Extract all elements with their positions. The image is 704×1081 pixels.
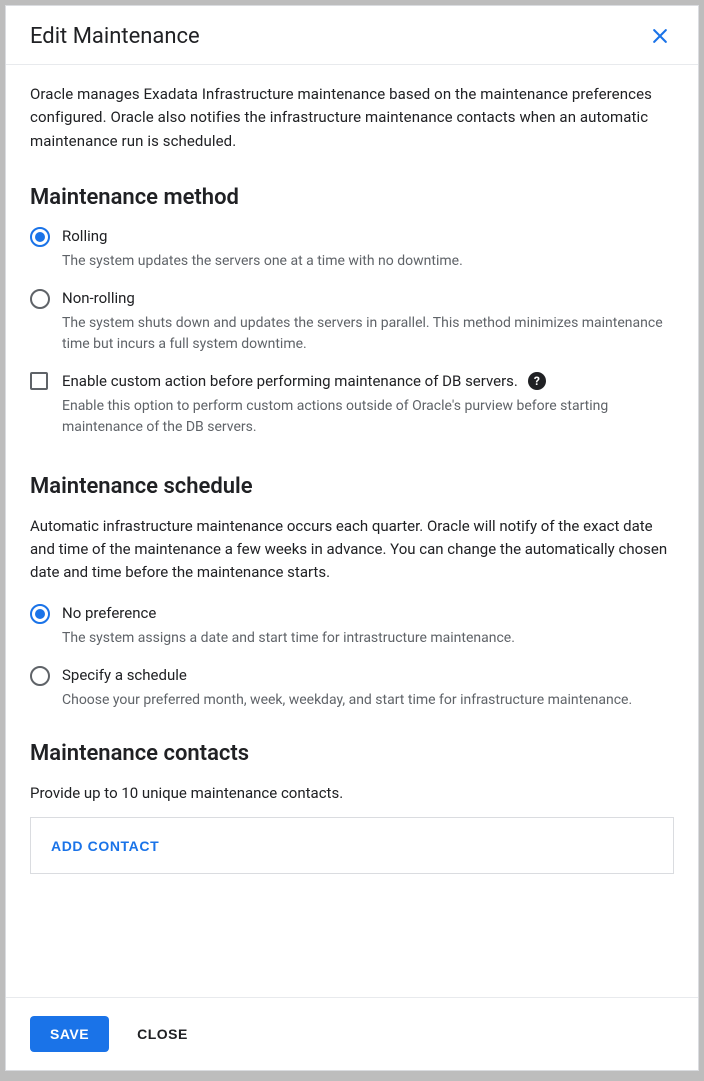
add-contact-button[interactable]: ADD CONTACT <box>51 838 159 854</box>
dialog-title: Edit Maintenance <box>30 24 200 49</box>
dialog-body: Oracle manages Exadata Infrastructure ma… <box>6 65 698 997</box>
nonrolling-label: Non-rolling <box>62 288 674 309</box>
contacts-desc: Provide up to 10 unique maintenance cont… <box>30 782 674 805</box>
rolling-label: Rolling <box>62 226 674 247</box>
schedule-specify-option[interactable]: Specify a schedule Choose your preferred… <box>30 665 674 711</box>
nopref-desc: The system assigns a date and start time… <box>62 628 674 649</box>
method-heading: Maintenance method <box>30 185 674 210</box>
dialog-header: Edit Maintenance <box>6 6 698 65</box>
help-icon[interactable]: ? <box>528 372 546 390</box>
custom-action-option[interactable]: Enable custom action before performing m… <box>30 371 674 438</box>
custom-action-label-text: Enable custom action before performing m… <box>62 371 518 392</box>
method-rolling-option[interactable]: Rolling The system updates the servers o… <box>30 226 674 272</box>
save-button[interactable]: SAVE <box>30 1016 109 1052</box>
close-button[interactable]: CLOSE <box>133 1016 192 1052</box>
checkbox-custom-action[interactable] <box>30 372 50 392</box>
schedule-desc: Automatic infrastructure maintenance occ… <box>30 515 674 585</box>
close-icon <box>650 26 670 46</box>
custom-action-desc: Enable this option to perform custom act… <box>62 396 674 438</box>
intro-text: Oracle manages Exadata Infrastructure ma… <box>30 83 674 153</box>
specify-desc: Choose your preferred month, week, weekd… <box>62 690 674 711</box>
schedule-heading: Maintenance schedule <box>30 474 674 499</box>
rolling-desc: The system updates the servers one at a … <box>62 251 674 272</box>
radio-rolling[interactable] <box>30 227 50 247</box>
nopref-label: No preference <box>62 603 674 624</box>
custom-action-label: Enable custom action before performing m… <box>62 371 674 392</box>
dialog-footer: SAVE CLOSE <box>6 997 698 1070</box>
close-icon-button[interactable] <box>646 22 674 50</box>
radio-nonrolling[interactable] <box>30 289 50 309</box>
edit-maintenance-dialog: Edit Maintenance Oracle manages Exadata … <box>5 5 699 1071</box>
radio-nopref[interactable] <box>30 604 50 624</box>
contacts-heading: Maintenance contacts <box>30 741 674 766</box>
add-contact-box: ADD CONTACT <box>30 817 674 874</box>
nonrolling-desc: The system shuts down and updates the se… <box>62 313 674 355</box>
schedule-nopref-option[interactable]: No preference The system assigns a date … <box>30 603 674 649</box>
radio-specify[interactable] <box>30 666 50 686</box>
method-nonrolling-option[interactable]: Non-rolling The system shuts down and up… <box>30 288 674 355</box>
specify-label: Specify a schedule <box>62 665 674 686</box>
